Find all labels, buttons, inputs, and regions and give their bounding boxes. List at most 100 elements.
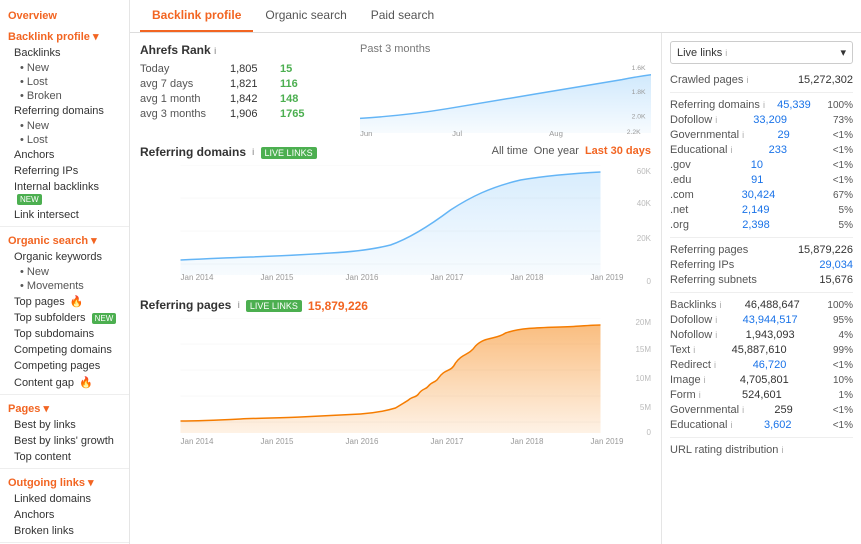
sidebar-sub-broken[interactable]: Broken xyxy=(0,89,129,103)
stat-val-nofollow: 1,943,093 xyxy=(746,329,795,341)
ahrefs-label-3months: avg 3 months xyxy=(140,108,230,120)
new-badge: NEW xyxy=(17,194,42,205)
sidebar-section-pages[interactable]: Pages ▾ xyxy=(0,398,129,417)
svg-text:Aug: Aug xyxy=(549,129,563,138)
ref-domains-info-icon[interactable]: i xyxy=(252,147,255,157)
live-links-info-icon: i xyxy=(725,48,727,58)
sidebar-item-top-subdomains[interactable]: Top subdomains xyxy=(0,326,129,342)
sidebar-item-top-content[interactable]: Top content xyxy=(0,449,129,465)
referring-pages-header: Referring pages i LIVE LINKS 15,879,226 xyxy=(140,298,651,314)
stat-pct-form: 1% xyxy=(823,390,853,401)
dofollow-info: i xyxy=(715,115,717,125)
stat-pct-com: 67% xyxy=(823,190,853,201)
sidebar-item-top-pages[interactable]: Top pages 🔥 xyxy=(0,293,129,310)
sidebar-item-best-by-links[interactable]: Best by links xyxy=(0,417,129,433)
main-content: Backlink profile Organic search Paid sea… xyxy=(130,0,861,544)
y-axis-20m: 20M xyxy=(635,318,651,327)
svg-text:Jan 2015: Jan 2015 xyxy=(261,273,294,282)
stat-val-edu: 91 xyxy=(751,174,763,186)
sidebar-item-referring-ips[interactable]: Referring IPs xyxy=(0,163,129,179)
sidebar-sub-new[interactable]: New xyxy=(0,61,129,75)
stat-row-educational-bl: Educational i 3,602 <1% xyxy=(670,419,853,431)
time-filter-one-year[interactable]: One year xyxy=(534,145,579,157)
sidebar-sub-ref-lost[interactable]: Lost xyxy=(0,133,129,147)
y-axis-5m: 5M xyxy=(640,403,651,412)
stat-pct-net: 5% xyxy=(823,205,853,216)
svg-text:Jan 2017: Jan 2017 xyxy=(431,437,464,446)
sidebar-item-backlinks[interactable]: Backlinks xyxy=(0,45,129,61)
sidebar-item-competing-domains[interactable]: Competing domains xyxy=(0,342,129,358)
ahrefs-change-3months: 1765 xyxy=(280,108,304,120)
sidebar-item-linked-domains[interactable]: Linked domains xyxy=(0,491,129,507)
sidebar-sub-org-new[interactable]: New xyxy=(0,265,129,279)
stat-val-referring-subnets: 15,676 xyxy=(819,274,853,286)
y-axis-0-pages: 0 xyxy=(647,428,651,437)
svg-text:Jan 2017: Jan 2017 xyxy=(431,273,464,282)
stat-val-org: 2,398 xyxy=(742,219,770,231)
dropdown-chevron-icon: ▾ xyxy=(840,46,846,59)
stat-row-governmental-bl: Governmental i 259 <1% xyxy=(670,404,853,416)
backlinks-stats-section: Backlinks i 46,488,647 100% Dofollow i 4… xyxy=(670,299,853,431)
crawled-pages-info-icon: i xyxy=(746,75,748,85)
referring-pages-chart-container: 20M 15M 10M 5M 0 xyxy=(140,318,651,451)
time-filter-all-time[interactable]: All time xyxy=(492,145,528,157)
sidebar-item-broken-links[interactable]: Broken links xyxy=(0,523,129,539)
tab-paid-search[interactable]: Paid search xyxy=(359,0,446,32)
stat-row-referring-subnets: Referring subnets 15,676 xyxy=(670,274,853,286)
sidebar-section-outgoing-links[interactable]: Outgoing links ▾ xyxy=(0,472,129,491)
ahrefs-label-today: Today xyxy=(140,63,230,75)
sidebar-sub-lost[interactable]: Lost xyxy=(0,75,129,89)
ref-domains-stats-section: Referring domains i 45,339 100% Dofollow… xyxy=(670,99,853,231)
overview-title[interactable]: Overview xyxy=(0,6,129,26)
text-info: i xyxy=(693,345,695,355)
sidebar-item-anchors[interactable]: Anchors xyxy=(0,147,129,163)
sidebar-item-referring-domains[interactable]: Referring domains xyxy=(0,103,129,119)
stat-pct-image: 10% xyxy=(823,375,853,386)
stat-val-net: 2,149 xyxy=(742,204,770,216)
svg-text:1.6K: 1.6K xyxy=(632,65,646,72)
stat-pct-governmental-bl: <1% xyxy=(823,405,853,416)
stat-pct-text: 99% xyxy=(823,345,853,356)
stat-val-redirect: 46,720 xyxy=(753,359,787,371)
stat-pct-org: 5% xyxy=(823,220,853,231)
sidebar-item-content-gap[interactable]: Content gap 🔥 xyxy=(0,374,129,391)
ahrefs-rank-left: Ahrefs Rank i Today 1,805 15 avg 7 days … xyxy=(140,43,360,133)
stat-row-backlinks: Backlinks i 46,488,647 100% xyxy=(670,299,853,311)
sidebar-sub-org-movements[interactable]: Movements xyxy=(0,279,129,293)
stat-val-com: 30,424 xyxy=(742,189,776,201)
y-axis-20k: 20K xyxy=(637,234,651,243)
stat-row-edu: .edu 91 <1% xyxy=(670,174,853,186)
sidebar-item-top-subfolders[interactable]: Top subfolders NEW xyxy=(0,310,129,326)
ahrefs-rank-section: Ahrefs Rank i Today 1,805 15 avg 7 days … xyxy=(140,43,651,133)
svg-text:Jan 2014: Jan 2014 xyxy=(181,273,214,282)
tab-organic-search[interactable]: Organic search xyxy=(253,0,358,32)
referring-pages-chart-svg: Jan 2014 Jan 2015 Jan 2016 Jan 2017 Jan … xyxy=(140,318,651,448)
governmental-info: i xyxy=(742,130,744,140)
live-links-dropdown[interactable]: Live links i ▾ xyxy=(670,41,853,64)
sidebar-item-link-intersect[interactable]: Link intersect xyxy=(0,207,129,223)
tab-backlink-profile[interactable]: Backlink profile xyxy=(140,0,253,32)
ahrefs-row-3months: avg 3 months 1,906 1765 xyxy=(140,108,360,120)
ref-pages-info-icon[interactable]: i xyxy=(237,300,240,310)
time-filter-last-30-days[interactable]: Last 30 days xyxy=(585,145,651,157)
ahrefs-rank-info-icon[interactable]: i xyxy=(214,46,217,56)
sidebar-item-organic-keywords[interactable]: Organic keywords xyxy=(0,249,129,265)
sidebar-item-internal-backlinks[interactable]: Internal backlinks NEW xyxy=(0,179,129,207)
sidebar-item-best-by-links-growth[interactable]: Best by links' growth xyxy=(0,433,129,449)
svg-text:Jan 2016: Jan 2016 xyxy=(346,437,379,446)
sidebar-item-anchors-out[interactable]: Anchors xyxy=(0,507,129,523)
sidebar-section-backlink-profile[interactable]: Backlink profile ▾ xyxy=(0,26,129,45)
y-axis-10m: 10M xyxy=(635,374,651,383)
stat-val-referring-pages: 15,879,226 xyxy=(798,244,853,256)
stat-label-dofollow: Dofollow i xyxy=(670,114,717,126)
stat-label-text: Text i xyxy=(670,344,695,356)
sidebar-sub-ref-new[interactable]: New xyxy=(0,119,129,133)
referring-domains-section: Referring domains i LIVE LINKS All time … xyxy=(140,145,651,288)
stat-label-referring-subnets: Referring subnets xyxy=(670,274,757,286)
stat-label-referring-ips: Referring IPs xyxy=(670,259,734,271)
referring-domains-title: Referring domains i xyxy=(140,145,255,159)
stat-label-form: Form i xyxy=(670,389,701,401)
sidebar-section-organic-search[interactable]: Organic search ▾ xyxy=(0,230,129,249)
stat-row-com: .com 30,424 67% xyxy=(670,189,853,201)
sidebar-item-competing-pages[interactable]: Competing pages xyxy=(0,358,129,374)
